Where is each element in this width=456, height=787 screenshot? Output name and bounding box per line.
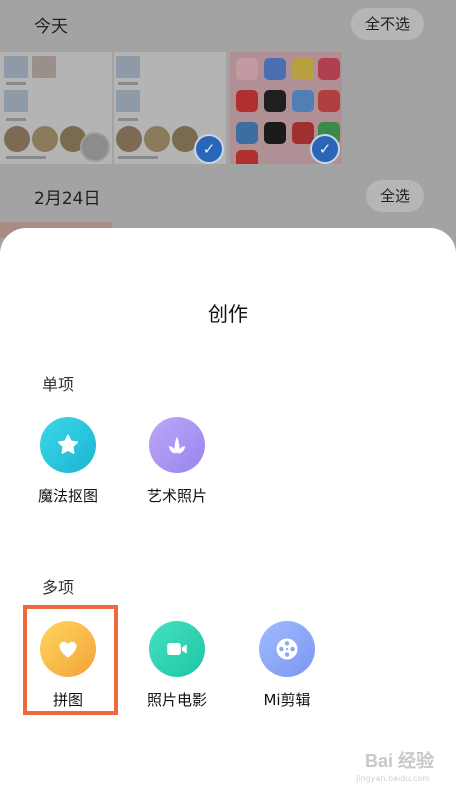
select-all-button[interactable]: 全选 [365,180,424,212]
collage-highlight-box [23,605,118,715]
selection-checkbox[interactable]: ✓ [310,134,340,164]
date-label: 2月24日 [34,189,101,209]
watermark-url: jingyan.baidu.com [356,774,430,783]
photo-movie-button[interactable]: 照片电影 [127,621,227,710]
deselect-all-button[interactable]: 全不选 [350,8,424,40]
date-header-feb24: 2月24日 全选 [0,174,456,218]
magic-cutout-button[interactable]: 魔法抠图 [18,417,118,506]
date-label: 今天 [34,17,68,37]
star-icon [40,417,96,473]
single-section-label: 单项 [42,375,75,394]
art-photo-button[interactable]: 艺术照片 [127,417,227,506]
date-header-today: 今天 全不选 [0,2,456,46]
leaf-icon [149,417,205,473]
tool-label: Mi剪辑 [263,691,311,709]
tool-label: 照片电影 [146,691,207,709]
multi-section-label: 多项 [42,578,75,597]
video-icon [149,621,205,677]
create-bottom-sheet: 创作 单项 魔法抠图 艺术照片 多项 拼图 照片电影 Mi剪辑 Bai 经验 j… [0,228,456,787]
selection-checkbox[interactable]: ✓ [194,134,224,164]
film-reel-icon [259,621,315,677]
sheet-title: 创作 [208,302,248,326]
tool-label: 艺术照片 [146,487,207,505]
watermark-logo: Bai 经验 [364,751,434,771]
selection-checkbox[interactable] [80,132,110,162]
tool-label: 魔法抠图 [37,487,98,505]
mi-edit-button[interactable]: Mi剪辑 [237,621,337,710]
